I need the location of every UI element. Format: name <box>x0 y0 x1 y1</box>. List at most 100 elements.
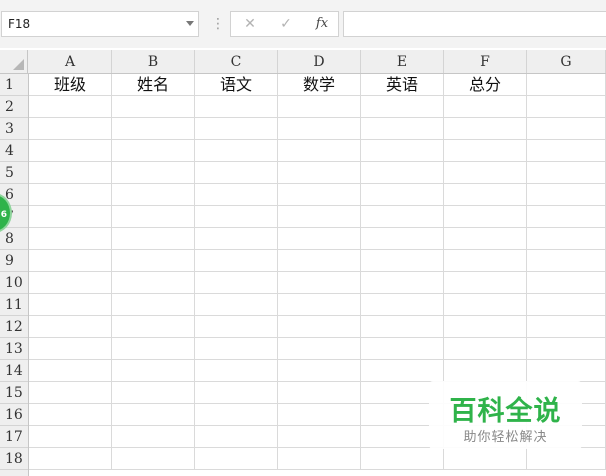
cell-f18[interactable] <box>444 448 527 470</box>
insert-function-icon[interactable]: fx <box>307 12 337 36</box>
cell-f11[interactable] <box>444 294 527 316</box>
cell-a7[interactable] <box>29 206 112 228</box>
cell-f8[interactable] <box>444 228 527 250</box>
cell-b9[interactable] <box>112 250 195 272</box>
cell-g18[interactable] <box>527 448 606 470</box>
cell-c4[interactable] <box>195 140 278 162</box>
cell-e12[interactable] <box>361 316 444 338</box>
cell-c15[interactable] <box>195 382 278 404</box>
cell-c3[interactable] <box>195 118 278 140</box>
cell-b13[interactable] <box>112 338 195 360</box>
row-header-3[interactable]: 3 <box>0 118 28 140</box>
cell-a18[interactable] <box>29 448 112 470</box>
cell-b14[interactable] <box>112 360 195 382</box>
chevron-down-icon[interactable] <box>186 21 194 26</box>
cell-f6[interactable] <box>444 184 527 206</box>
cell-b12[interactable] <box>112 316 195 338</box>
cell-b18[interactable] <box>112 448 195 470</box>
cell-a17[interactable] <box>29 426 112 448</box>
cell-d15[interactable] <box>278 382 361 404</box>
cell-a12[interactable] <box>29 316 112 338</box>
cell-b17[interactable] <box>112 426 195 448</box>
cell-a16[interactable] <box>29 404 112 426</box>
cell-b2[interactable] <box>112 96 195 118</box>
column-header-f[interactable]: F <box>444 50 527 73</box>
column-header-a[interactable]: A <box>29 50 112 73</box>
row-header-1[interactable]: 1 <box>0 74 28 96</box>
cell-b8[interactable] <box>112 228 195 250</box>
cell-d3[interactable] <box>278 118 361 140</box>
cell-e4[interactable] <box>361 140 444 162</box>
cell-d2[interactable] <box>278 96 361 118</box>
cell-d4[interactable] <box>278 140 361 162</box>
cell-f5[interactable] <box>444 162 527 184</box>
cell-d8[interactable] <box>278 228 361 250</box>
cell-e9[interactable] <box>361 250 444 272</box>
cell-a11[interactable] <box>29 294 112 316</box>
cell-d1[interactable]: 数学 <box>278 74 361 96</box>
row-header-11[interactable]: 11 <box>0 294 28 316</box>
cell-g10[interactable] <box>527 272 606 294</box>
cell-e2[interactable] <box>361 96 444 118</box>
cell-g4[interactable] <box>527 140 606 162</box>
cell-e6[interactable] <box>361 184 444 206</box>
cell-c5[interactable] <box>195 162 278 184</box>
cell-c18[interactable] <box>195 448 278 470</box>
cell-g11[interactable] <box>527 294 606 316</box>
row-header-13[interactable]: 13 <box>0 338 28 360</box>
cell-a14[interactable] <box>29 360 112 382</box>
cell-g1[interactable] <box>527 74 606 96</box>
cell-c2[interactable] <box>195 96 278 118</box>
cell-f4[interactable] <box>444 140 527 162</box>
cell-c12[interactable] <box>195 316 278 338</box>
column-header-e[interactable]: E <box>361 50 444 73</box>
row-header-10[interactable]: 10 <box>0 272 28 294</box>
cell-f9[interactable] <box>444 250 527 272</box>
cell-d13[interactable] <box>278 338 361 360</box>
cell-f13[interactable] <box>444 338 527 360</box>
cell-d9[interactable] <box>278 250 361 272</box>
cell-e3[interactable] <box>361 118 444 140</box>
cell-f14[interactable] <box>444 360 527 382</box>
cell-d6[interactable] <box>278 184 361 206</box>
cell-b15[interactable] <box>112 382 195 404</box>
cell-b5[interactable] <box>112 162 195 184</box>
cell-e14[interactable] <box>361 360 444 382</box>
cell-e18[interactable] <box>361 448 444 470</box>
cell-d5[interactable] <box>278 162 361 184</box>
cell-d14[interactable] <box>278 360 361 382</box>
cell-b7[interactable] <box>112 206 195 228</box>
row-header-12[interactable]: 12 <box>0 316 28 338</box>
cell-b10[interactable] <box>112 272 195 294</box>
column-header-g[interactable]: G <box>527 50 606 73</box>
row-header-14[interactable]: 14 <box>0 360 28 382</box>
cell-d18[interactable] <box>278 448 361 470</box>
select-all-corner[interactable] <box>0 50 28 73</box>
cell-d16[interactable] <box>278 404 361 426</box>
cell-c13[interactable] <box>195 338 278 360</box>
cell-g5[interactable] <box>527 162 606 184</box>
cell-a3[interactable] <box>29 118 112 140</box>
cell-f1[interactable]: 总分 <box>444 74 527 96</box>
cell-a9[interactable] <box>29 250 112 272</box>
cell-c7[interactable] <box>195 206 278 228</box>
cell-c11[interactable] <box>195 294 278 316</box>
cell-d10[interactable] <box>278 272 361 294</box>
cell-g9[interactable] <box>527 250 606 272</box>
cell-g2[interactable] <box>527 96 606 118</box>
row-header-15[interactable]: 15 <box>0 382 28 404</box>
cell-g13[interactable] <box>527 338 606 360</box>
column-header-d[interactable]: D <box>278 50 361 73</box>
row-header-17[interactable]: 17 <box>0 426 28 448</box>
cell-a8[interactable] <box>29 228 112 250</box>
cell-g7[interactable] <box>527 206 606 228</box>
formula-input[interactable] <box>343 11 606 37</box>
cell-c6[interactable] <box>195 184 278 206</box>
cell-g8[interactable] <box>527 228 606 250</box>
cell-e8[interactable] <box>361 228 444 250</box>
cell-e13[interactable] <box>361 338 444 360</box>
cell-c17[interactable] <box>195 426 278 448</box>
cell-d7[interactable] <box>278 206 361 228</box>
cell-e10[interactable] <box>361 272 444 294</box>
cell-b16[interactable] <box>112 404 195 426</box>
